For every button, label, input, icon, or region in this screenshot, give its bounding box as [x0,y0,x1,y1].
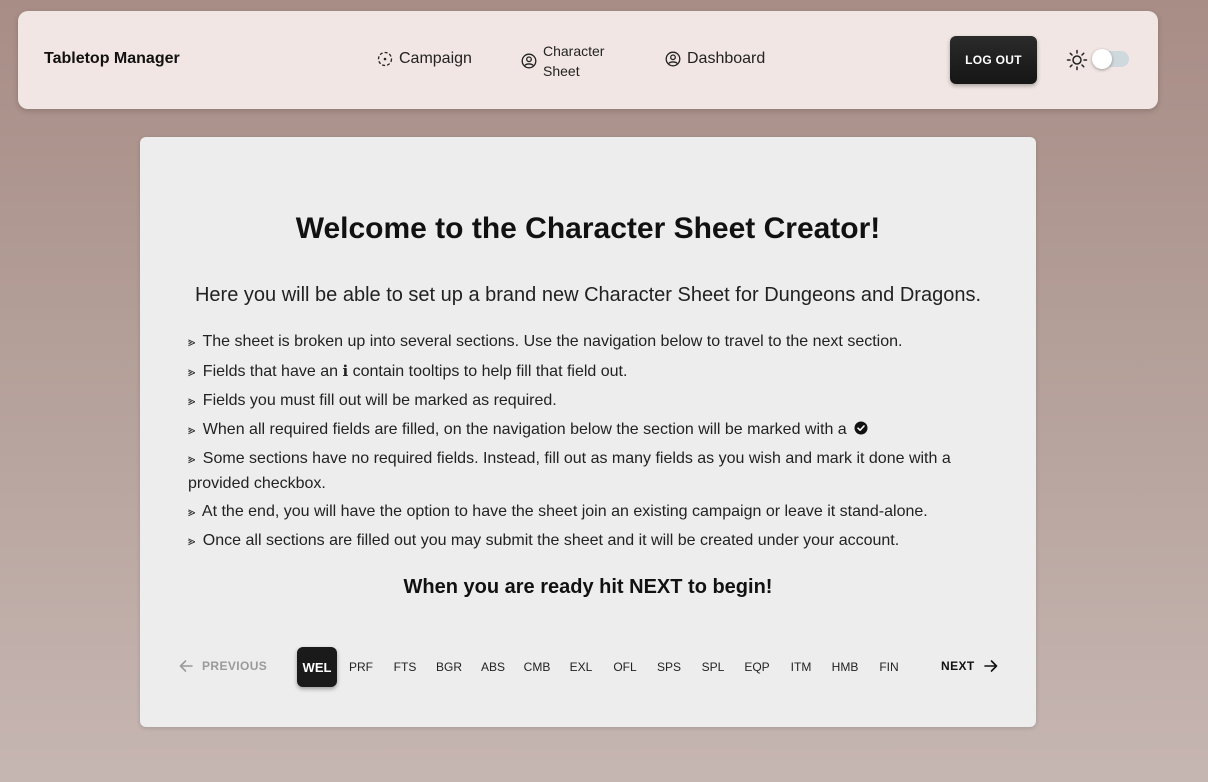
info-icon: i [342,362,349,380]
page-subtitle: Here you will be able to set up a brand … [194,284,982,306]
list-item-text: Some sections have no required fields. I… [188,450,951,492]
list-item: ⪢ Fields that have an i contain tooltips… [188,359,988,385]
list-item-text: When all required fields are filled, on … [202,421,847,438]
section-stepper: PREVIOUS WEL PRF FTS BGR ABS CMB EXL OFL… [140,647,1036,687]
step-abs[interactable]: ABS [473,647,513,687]
step-itm[interactable]: ITM [781,647,821,687]
step-fts[interactable]: FTS [385,647,425,687]
previous-button[interactable]: PREVIOUS [178,658,267,674]
step-wel[interactable]: WEL [297,647,337,687]
nav-dashboard-label: Dashboard [687,50,766,67]
step-spl[interactable]: SPL [693,647,733,687]
user-circle-icon [521,53,537,69]
step-eqp[interactable]: EQP [737,647,777,687]
top-app-bar: Tabletop Manager Campaign Character Shee… [18,11,1158,109]
arrow-left-icon [179,660,193,672]
bullet-marker: ⪢ [188,335,196,350]
list-item: ⪢ Fields you must fill out will be marke… [188,389,988,414]
theme-toggle-knob [1092,49,1112,69]
campaign-icon [377,51,393,67]
list-item-text: Fields that have an [202,363,338,380]
bullet-marker: ⪢ [188,534,196,549]
next-button[interactable]: NEXT [941,658,999,674]
step-fin[interactable]: FIN [869,647,909,687]
nav-campaign-label: Campaign [399,50,472,67]
step-ofl[interactable]: OFL [605,647,645,687]
instructions-list: ⪢ The sheet is broken up into several se… [188,330,988,558]
list-item-text: Fields you must fill out will be marked … [202,392,557,409]
list-item: ⪢ When all required fields are filled, o… [188,418,988,443]
sun-icon [1066,49,1088,71]
bullet-marker: ⪢ [188,452,196,467]
step-exl[interactable]: EXL [561,647,601,687]
bullet-marker: ⪢ [188,365,196,380]
step-sps[interactable]: SPS [649,647,689,687]
page-title: Welcome to the Character Sheet Creator! [295,212,881,245]
user-circle-icon [665,51,681,67]
bullet-marker: ⪢ [188,505,196,520]
previous-label: PREVIOUS [202,659,268,673]
welcome-card: Welcome to the Character Sheet Creator! … [140,137,1036,727]
bullet-marker: ⪢ [188,394,196,409]
step-hmb[interactable]: HMB [825,647,865,687]
list-item: ⪢ At the end, you will have the option t… [188,500,988,525]
nav-campaign[interactable]: Campaign [377,50,472,68]
list-item-text: The sheet is broken up into several sect… [202,333,903,350]
bullet-marker: ⪢ [188,423,196,438]
step-bgr[interactable]: BGR [429,647,469,687]
arrow-right-icon [983,660,997,672]
list-item: ⪢ The sheet is broken up into several se… [188,330,988,355]
ready-message: When you are ready hit NEXT to begin! [403,576,773,598]
theme-toggle[interactable] [1092,49,1129,69]
list-item: ⪢ Once all sections are filled out you m… [188,529,988,554]
check-circle-icon [854,421,868,435]
step-prf[interactable]: PRF [341,647,381,687]
logout-button[interactable]: LOG OUT [950,36,1037,84]
brand-title[interactable]: Tabletop Manager [44,50,180,68]
list-item-text: Once all sections are filled out you may… [202,532,900,549]
step-cmb[interactable]: CMB [517,647,557,687]
list-item: ⪢ Some sections have no required fields.… [188,447,988,496]
list-item-text: contain tooltips to help fill that field… [352,363,628,380]
next-label: NEXT [941,659,975,673]
nav-character-sheet[interactable]: Character Sheet [521,41,613,81]
step-list: WEL PRF FTS BGR ABS CMB EXL OFL SPS SPL … [297,647,913,687]
list-item-text: At the end, you will have the option to … [201,503,928,520]
nav-character-sheet-label: Character Sheet [543,43,605,79]
nav-dashboard[interactable]: Dashboard [665,50,765,68]
